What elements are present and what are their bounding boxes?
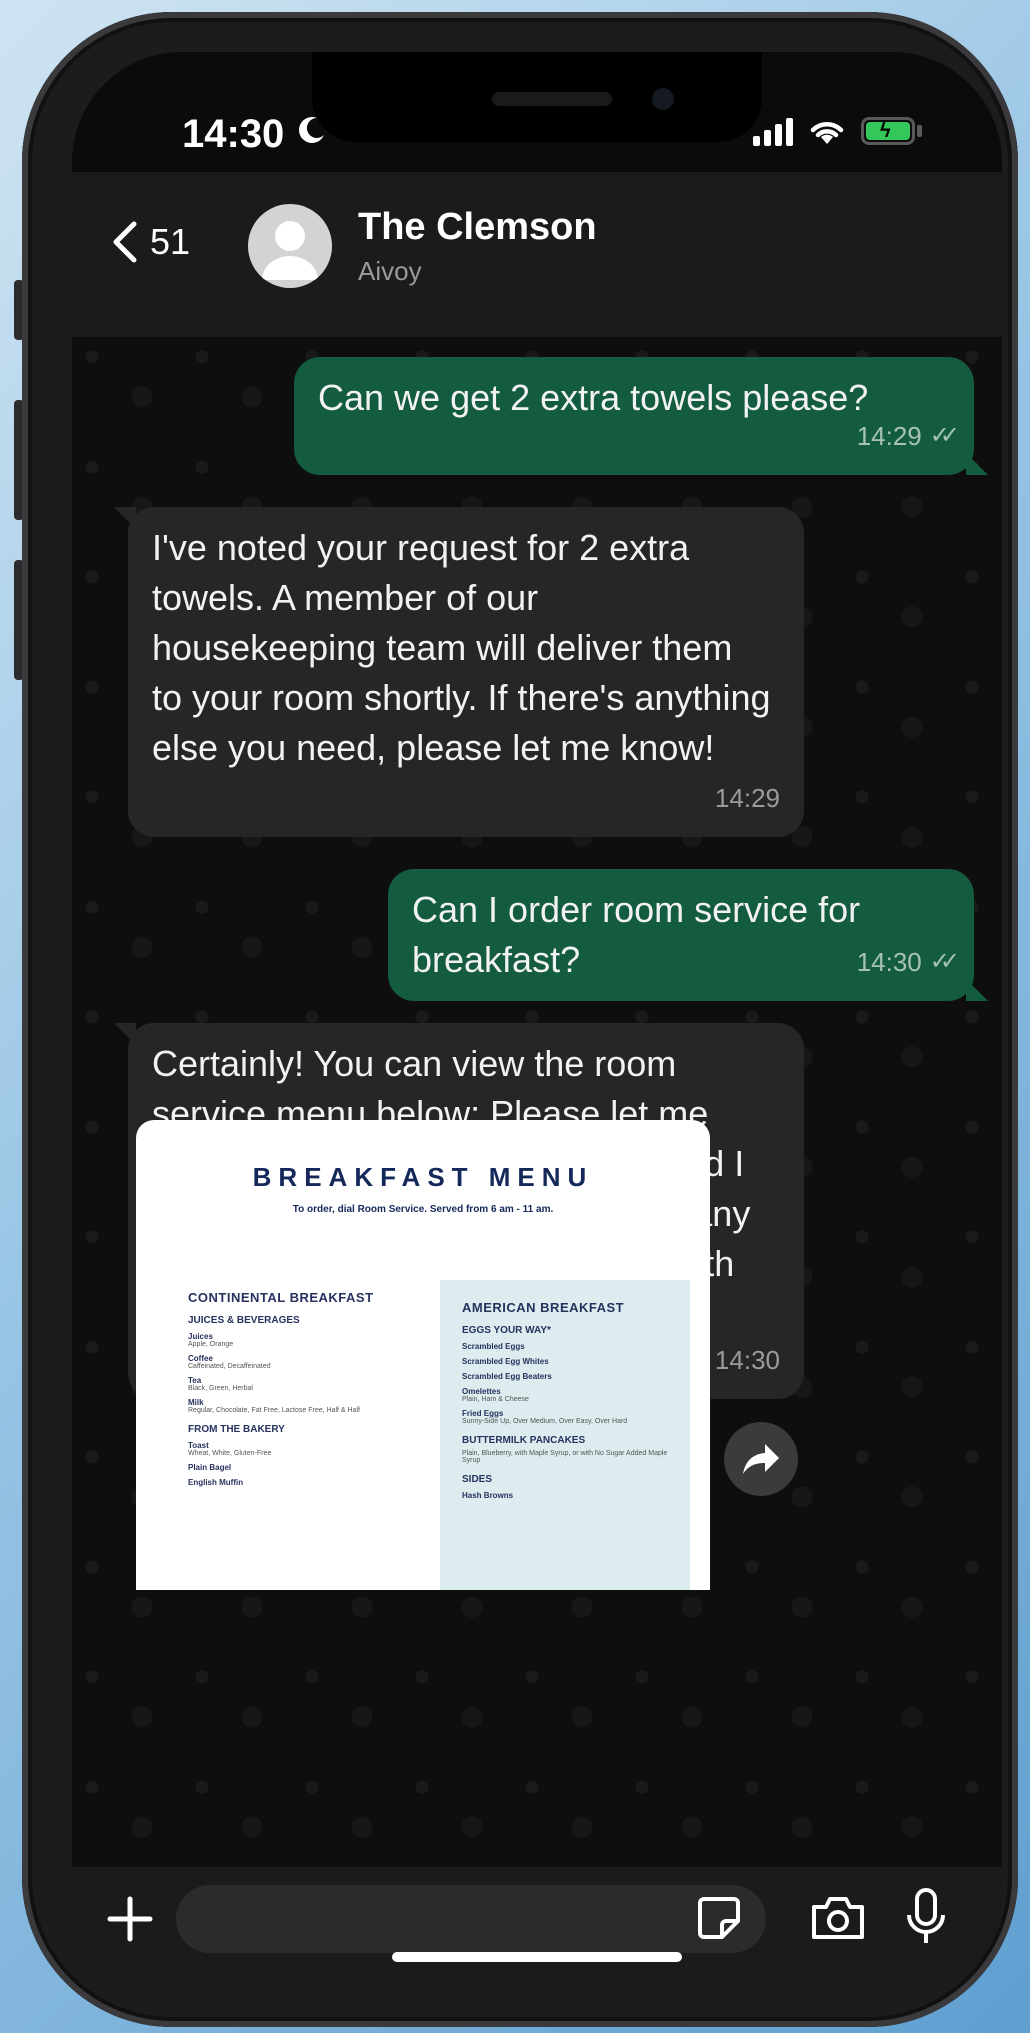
menu-heading: CONTINENTAL BREAKFAST <box>188 1290 374 1305</box>
phone-frame: 14:30 ϟ 51 The Clemson Aivoy Can we get … <box>22 12 1018 2027</box>
contact-subtitle: Aivoy <box>358 256 422 286</box>
bubble-tail <box>966 453 988 475</box>
message-time: 14:29 <box>856 421 922 451</box>
menu-item-desc: Caffeinated, Decaffeinated <box>188 1363 271 1370</box>
forward-icon <box>743 1444 779 1474</box>
menu-item: Juices <box>188 1332 213 1341</box>
message-bubble-outgoing[interactable]: Can I order room service for breakfast? … <box>388 869 988 1001</box>
message-input-bar <box>72 1867 1002 2002</box>
menu-column-continental: CONTINENTAL BREAKFAST JUICES & BEVERAGES… <box>188 1290 398 1487</box>
breakfast-menu-image[interactable]: BREAKFAST MENU To order, dial Room Servi… <box>136 1120 710 1590</box>
person-icon <box>262 221 318 280</box>
menu-item: Tea <box>188 1376 202 1385</box>
home-indicator[interactable] <box>392 1952 682 1962</box>
menu-item: Coffee <box>188 1354 213 1363</box>
menu-column-american: AMERICAN BREAKFAST EGGS YOUR WAY* Scramb… <box>440 1280 690 1590</box>
plus-icon[interactable] <box>100 1889 160 1949</box>
menu-subheading: BUTTERMILK PANCAKES <box>462 1435 586 1446</box>
avatar[interactable] <box>248 204 332 288</box>
chat-area[interactable]: Can we get 2 extra towels please? 14:29 … <box>72 337 1002 1867</box>
contact-name[interactable]: The Clemson <box>358 206 597 249</box>
message-bubble-outgoing[interactable]: Can we get 2 extra towels please? 14:29 … <box>294 357 988 475</box>
forward-button[interactable] <box>724 1422 798 1496</box>
status-icons: ϟ <box>753 116 922 146</box>
read-receipt-icon: ✓✓ <box>929 948 960 975</box>
menu-title: BREAKFAST MENU <box>252 1162 594 1192</box>
menu-item-desc: Plain, Blueberry, with Maple Syrup, or w… <box>462 1450 668 1464</box>
menu-item: Toast <box>188 1441 209 1450</box>
camera-icon[interactable] <box>810 1893 866 1941</box>
menu-item-desc: Sunny-Side Up, Over Medium, Over Easy, O… <box>462 1418 628 1425</box>
bubble-tail <box>966 979 988 1001</box>
menu-item: Scrambled Egg Whites <box>462 1357 549 1366</box>
message-input[interactable] <box>176 1885 766 1953</box>
menu-item: Scrambled Egg Beaters <box>462 1372 552 1381</box>
read-receipt-icon: ✓✓ <box>929 422 960 449</box>
bubble-tail <box>114 1023 136 1045</box>
message-text: Can I order room service for breakfast? <box>412 889 861 980</box>
menu-item: Milk <box>188 1398 204 1407</box>
battery-tip <box>917 125 922 137</box>
signal-icon <box>753 116 793 146</box>
battery-icon: ϟ <box>861 117 915 145</box>
message-meta: 14:30 <box>715 1335 780 1385</box>
status-time: 14:30 <box>182 112 285 156</box>
sticker-icon[interactable] <box>696 1895 742 1941</box>
message-meta: 14:29 ✓✓ <box>856 411 960 461</box>
back-button[interactable]: 51 <box>110 220 190 264</box>
menu-item: Scrambled Eggs <box>462 1342 525 1351</box>
menu-item: Hash Browns <box>462 1491 514 1500</box>
message-meta: 14:29 <box>715 773 780 823</box>
unread-count: 51 <box>150 221 191 262</box>
chevron-left-icon <box>113 221 137 263</box>
menu-heading: AMERICAN BREAKFAST <box>462 1300 625 1315</box>
message-bubble-incoming[interactable]: I've noted your request for 2 extra towe… <box>114 507 804 837</box>
menu-item: Omelettes <box>462 1387 501 1396</box>
message-time: 14:30 <box>856 947 922 977</box>
menu-item-desc: Regular, Chocolate, Fat Free, Lactose Fr… <box>188 1407 360 1414</box>
menu-subheading: EGGS YOUR WAY* <box>462 1325 551 1336</box>
menu-item-desc: Black, Green, Herbal <box>188 1385 253 1392</box>
wifi-icon <box>810 122 844 144</box>
menu-subtitle: To order, dial Room Service. Served from… <box>292 1204 554 1215</box>
message-time: 14:30 <box>714 1345 780 1375</box>
menu-item: Fried Eggs <box>462 1409 504 1418</box>
message-meta: 14:30 ✓✓ <box>856 937 960 987</box>
menu-subheading: SIDES <box>462 1474 493 1485</box>
menu-item: English Muffin <box>188 1478 244 1487</box>
notch <box>312 52 762 142</box>
menu-item-desc: Wheat, White, Gluten-Free <box>188 1450 272 1457</box>
bubble-tail <box>114 507 136 529</box>
menu-item-desc: Plain, Ham & Cheese <box>462 1396 529 1403</box>
speaker <box>492 92 612 106</box>
front-camera <box>652 88 674 110</box>
menu-item-desc: Apple, Orange <box>188 1341 234 1348</box>
menu-subheading: JUICES & BEVERAGES <box>188 1315 300 1326</box>
chat-header: 51 The Clemson Aivoy <box>72 172 1002 337</box>
microphone-icon[interactable] <box>904 1887 948 1947</box>
message-time: 14:29 <box>714 783 780 813</box>
phone-screen: 14:30 ϟ 51 The Clemson Aivoy Can we get … <box>72 52 1002 2002</box>
message-text: Can we get 2 extra towels please? <box>318 377 869 418</box>
menu-item: Plain Bagel <box>188 1463 232 1472</box>
message-text: I've noted your request for 2 extra towe… <box>152 527 771 768</box>
menu-subheading: FROM THE BAKERY <box>188 1424 285 1435</box>
